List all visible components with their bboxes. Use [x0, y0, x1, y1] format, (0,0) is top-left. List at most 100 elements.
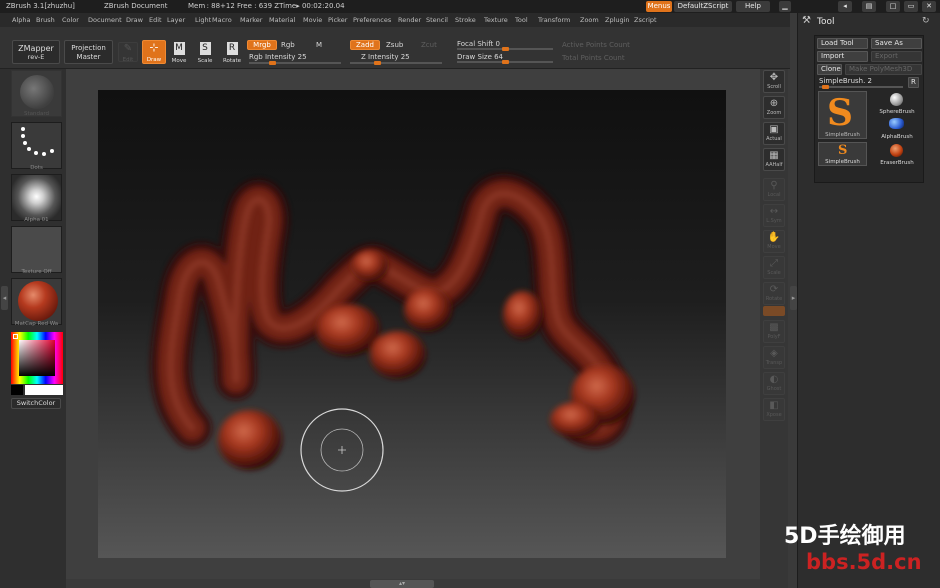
- menu-item-movie[interactable]: Movie: [303, 16, 322, 24]
- rotate-button[interactable]: R Rotate: [221, 40, 243, 64]
- brush-slot[interactable]: [11, 70, 62, 117]
- tool-item-simplebrush-small[interactable]: S SimpleBrush: [818, 142, 867, 166]
- zadd-button[interactable]: Zadd: [350, 40, 380, 50]
- focal-shift-handle[interactable]: [502, 47, 509, 51]
- maximize-icon[interactable]: □: [886, 1, 900, 12]
- make-polymesh-button[interactable]: Make PolyMesh3D: [845, 64, 922, 75]
- move-view-button[interactable]: ✋ Move: [763, 230, 785, 253]
- zcut-button[interactable]: Zcut: [421, 41, 437, 49]
- rgb-button[interactable]: Rgb: [281, 41, 295, 49]
- tool-slider-handle[interactable]: [822, 85, 829, 89]
- frame-toggle-button[interactable]: [763, 306, 785, 316]
- close-icon[interactable]: ✕: [922, 1, 936, 12]
- scale-button[interactable]: S Scale: [195, 40, 215, 64]
- actual-button[interactable]: ▣ Actual: [763, 122, 785, 145]
- default-zscript-button[interactable]: DefaultZScript: [674, 1, 732, 12]
- menu-item-draw[interactable]: Draw: [126, 16, 143, 24]
- secondary-color-swatch[interactable]: [11, 385, 23, 395]
- arrow-left-icon[interactable]: ◂: [838, 1, 852, 12]
- aahalf-button[interactable]: ▦ AAHalf: [763, 148, 785, 171]
- switch-color-button[interactable]: SwitchColor: [11, 398, 61, 409]
- stroke-slot[interactable]: [11, 122, 62, 169]
- zmapper-button[interactable]: ZMapper rev-E: [12, 40, 60, 64]
- menu-item-zplugin[interactable]: Zplugin: [605, 16, 630, 24]
- rgb-intensity-slider[interactable]: [249, 61, 341, 65]
- zoom-button[interactable]: ⊕ Zoom: [763, 96, 785, 119]
- help-button[interactable]: Help: [736, 1, 770, 12]
- rotate-view-button[interactable]: ⟳ Rotate: [763, 282, 785, 305]
- menu-item-picker[interactable]: Picker: [328, 16, 347, 24]
- draw-size-slider[interactable]: [457, 60, 553, 64]
- clone-button[interactable]: Clone: [817, 64, 842, 75]
- tool-item-simplebrush-large[interactable]: S SimpleBrush: [818, 91, 867, 139]
- material-slot[interactable]: [11, 278, 62, 325]
- zsub-button[interactable]: Zsub: [386, 41, 403, 49]
- xpose-button[interactable]: ◧ Xpose: [763, 398, 785, 421]
- tool-palette: ⚒ Tool ↻ Load Tool Save As Import Export…: [797, 13, 940, 588]
- texture-slot[interactable]: [11, 226, 62, 273]
- tool-item-eraserbrush[interactable]: EraserBrush: [872, 142, 922, 166]
- z-intensity-handle[interactable]: [374, 61, 381, 65]
- menu-item-stroke[interactable]: Stroke: [455, 16, 476, 24]
- edit-icon: ✎: [123, 43, 133, 54]
- menu-item-stencil[interactable]: Stencil: [426, 16, 448, 24]
- menu-item-texture[interactable]: Texture: [484, 16, 508, 24]
- scale-view-button[interactable]: ⤢ Scale: [763, 256, 785, 279]
- menu-item-brush[interactable]: Brush: [36, 16, 55, 24]
- lsym-button[interactable]: ↔ L.Sym: [763, 204, 785, 227]
- minimize-icon[interactable]: ▁: [779, 1, 791, 12]
- menu-item-tool[interactable]: Tool: [515, 16, 528, 24]
- menu-item-alpha[interactable]: Alpha: [12, 16, 30, 24]
- import-button[interactable]: Import: [817, 51, 868, 62]
- menu-item-light[interactable]: Light: [195, 16, 211, 24]
- save-as-button[interactable]: Save As: [871, 38, 922, 49]
- draw-size-handle[interactable]: [502, 60, 509, 64]
- primary-color-swatch[interactable]: [25, 385, 63, 395]
- m-button[interactable]: M: [316, 41, 322, 49]
- focal-shift-slider[interactable]: [457, 47, 553, 51]
- bottom-tray-toggle-icon[interactable]: ▴▾: [370, 580, 434, 588]
- menu-item-preferences[interactable]: Preferences: [353, 16, 391, 24]
- alpha-slot[interactable]: [11, 174, 62, 221]
- rotate-icon: R: [226, 42, 238, 55]
- right-tray-toggle-icon[interactable]: ▸: [790, 286, 797, 310]
- export-button[interactable]: Export: [871, 51, 922, 62]
- scroll-button[interactable]: ✥ Scroll: [763, 70, 785, 93]
- projection-master-button[interactable]: Projection Master: [64, 40, 113, 64]
- document-canvas[interactable]: [98, 90, 726, 558]
- polyf-button[interactable]: ▩ PolyF: [763, 320, 785, 343]
- local-button[interactable]: ⚲ Local: [763, 178, 785, 201]
- menus-button[interactable]: Menus: [646, 1, 672, 12]
- menu-item-macro[interactable]: Macro: [212, 16, 232, 24]
- refresh-icon[interactable]: ↻: [922, 16, 930, 26]
- menu-item-render[interactable]: Render: [398, 16, 421, 24]
- transp-button[interactable]: ◈ Transp: [763, 346, 785, 369]
- menu-item-material[interactable]: Material: [269, 16, 295, 24]
- menu-item-document[interactable]: Document: [88, 16, 122, 24]
- menu-item-edit[interactable]: Edit: [149, 16, 162, 24]
- ghost-button[interactable]: ◐ Ghost: [763, 372, 785, 395]
- load-tool-button[interactable]: Load Tool: [817, 38, 868, 49]
- rgb-intensity-handle[interactable]: [269, 61, 276, 65]
- z-intensity-slider[interactable]: [350, 61, 442, 65]
- tool-r-button[interactable]: R: [908, 77, 919, 88]
- mrgb-button[interactable]: Mrgb: [247, 40, 277, 50]
- draw-button[interactable]: ⊹ Draw: [142, 40, 166, 64]
- menu-item-layer[interactable]: Layer: [167, 16, 185, 24]
- restore-icon[interactable]: ▭: [904, 1, 918, 12]
- tool-item-alphabrush[interactable]: AlphaBrush: [872, 116, 922, 140]
- menu-item-marker[interactable]: Marker: [240, 16, 262, 24]
- menu-item-transform[interactable]: Transform: [538, 16, 570, 24]
- tool-item-spherebrush[interactable]: SphereBrush: [872, 91, 922, 115]
- edit-button[interactable]: ✎ Edit: [118, 42, 138, 63]
- menu-item-zoom[interactable]: Zoom: [580, 16, 599, 24]
- color-picker[interactable]: [11, 332, 63, 384]
- move-button[interactable]: M Move: [169, 40, 189, 64]
- menu-item-zscript[interactable]: Zscript: [634, 16, 657, 24]
- left-tray-toggle-icon[interactable]: ◂: [1, 286, 8, 310]
- print-icon[interactable]: ▤: [862, 1, 876, 12]
- color-sv-square[interactable]: [19, 340, 55, 376]
- scale-icon: S: [199, 42, 211, 55]
- tool-slider[interactable]: [819, 85, 903, 89]
- menu-item-color[interactable]: Color: [62, 16, 79, 24]
